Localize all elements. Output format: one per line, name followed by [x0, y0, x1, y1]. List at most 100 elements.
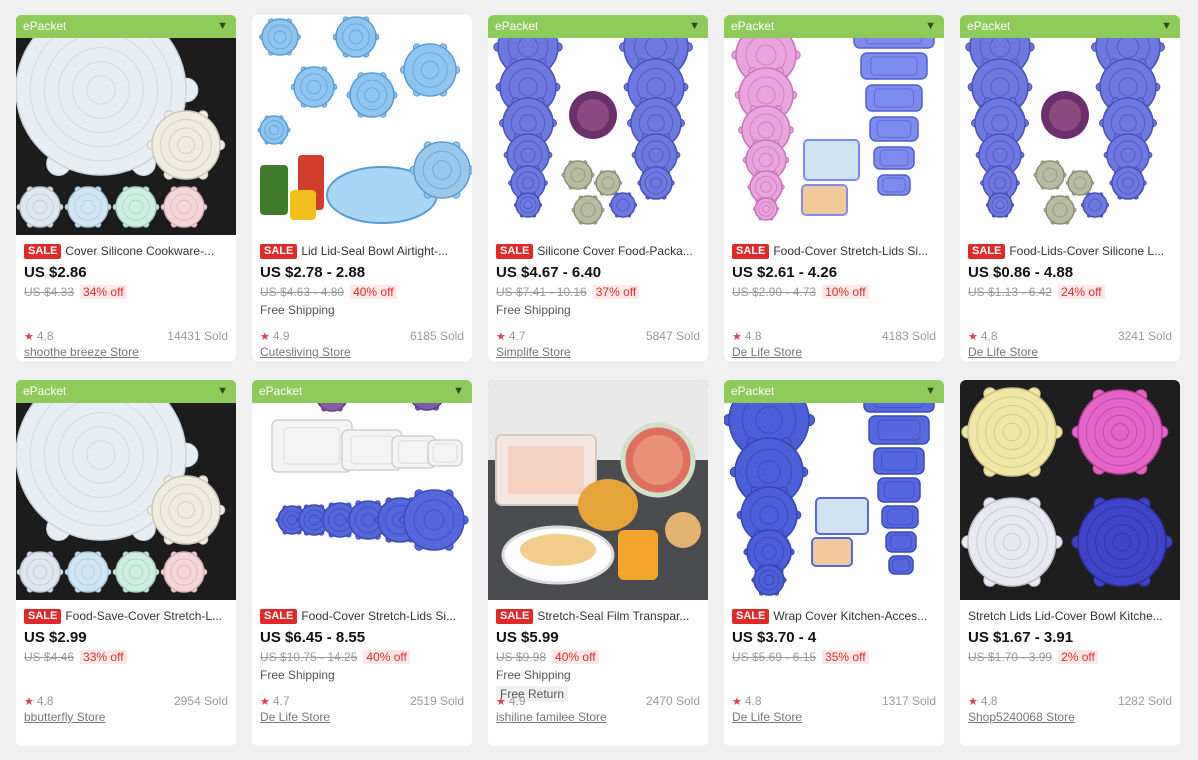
product-title[interactable]: Stretch-Seal Film Transpar...	[537, 609, 689, 623]
product-card-2[interactable]: SALE Lid Lid-Seal Bowl Airtight-... US $…	[252, 15, 472, 361]
product-card-1[interactable]: ePacket ▼ SALE Cover Silicone Cookware-.…	[16, 15, 236, 361]
product-image[interactable]	[252, 15, 472, 235]
sale-badge: SALE	[260, 243, 298, 259]
product-card-8[interactable]: SALE Stretch-Seal Film Transpar... US $5…	[488, 380, 708, 746]
product-title[interactable]: Food-Cover Stretch-Lids Si...	[773, 244, 928, 258]
card-bottom: ★ 4.8 2954 Sold bbutterfly Store	[24, 693, 228, 726]
chevron-down-icon[interactable]: ▼	[217, 15, 228, 38]
product-image[interactable]: ePacket ▼	[16, 380, 236, 600]
product-image[interactable]	[488, 380, 708, 600]
shipping-label: Free Shipping	[496, 668, 571, 682]
title-line[interactable]: SALE Stretch-Seal Film Transpar...	[496, 608, 700, 624]
product-card-9[interactable]: ePacket ▼ SALE Wrap Cover Kitchen-Acces.…	[724, 380, 944, 746]
product-title[interactable]: Food-Cover Stretch-Lids Si...	[301, 609, 456, 623]
product-title[interactable]: Food-Save-Cover Stretch-L...	[65, 609, 222, 623]
product-price: US $4.67 - 6.40	[496, 264, 602, 281]
title-line[interactable]: SALE Food-Cover Stretch-Lids Si...	[260, 608, 464, 624]
rating-value: 4.8	[36, 328, 54, 343]
sale-badge: SALE	[24, 608, 62, 624]
store-link[interactable]: De Life Store	[968, 345, 1172, 361]
store-link[interactable]: De Life Store	[260, 710, 464, 726]
sale-badge: SALE	[24, 243, 62, 259]
rating: ★ 4.8	[968, 329, 998, 343]
discount-badge: 10% off	[822, 285, 869, 299]
title-line[interactable]: SALE Food-Cover Stretch-Lids Si...	[732, 243, 936, 259]
card-bottom: ★ 4.7 5847 Sold Simplife Store	[496, 328, 700, 361]
product-card-5[interactable]: ePacket ▼ SALE Food-Lids-Cover Silicone …	[960, 15, 1180, 361]
rating-value: 4.8	[36, 693, 54, 708]
product-photo-blue-stacks	[960, 15, 1180, 235]
title-line[interactable]: Stretch Lids Lid-Cover Bowl Kitche...	[968, 608, 1172, 624]
product-title[interactable]: Stretch Lids Lid-Cover Bowl Kitche...	[968, 609, 1163, 623]
sold-count: 6185 Sold	[409, 328, 464, 343]
original-price-line: US $1.70 - 3.99 2% off	[968, 649, 1172, 665]
product-card-10[interactable]: Stretch Lids Lid-Cover Bowl Kitche... US…	[960, 380, 1180, 746]
product-info: SALE Cover Silicone Cookware-... US $2.8…	[16, 235, 236, 361]
product-price: US $6.45 - 8.55	[260, 629, 366, 646]
store-link[interactable]: De Life Store	[732, 345, 936, 361]
epacket-banner: ePacket ▼	[488, 15, 708, 38]
product-info: Stretch Lids Lid-Cover Bowl Kitche... US…	[960, 600, 1180, 726]
star-icon: ★	[732, 330, 742, 343]
product-price: US $0.86 - 4.88	[968, 264, 1074, 281]
sold-count: 2954 Sold	[173, 693, 228, 708]
discount-badge: 24% off	[1058, 285, 1105, 299]
title-line[interactable]: SALE Wrap Cover Kitchen-Acces...	[732, 608, 936, 624]
original-price: US $7.41 - 10.16	[496, 285, 587, 299]
title-line[interactable]: SALE Food-Save-Cover Stretch-L...	[24, 608, 228, 624]
discount-badge: 2% off	[1058, 650, 1098, 664]
product-title[interactable]: Silicone Cover Food-Packa...	[537, 244, 692, 258]
title-line[interactable]: SALE Cover Silicone Cookware-...	[24, 243, 228, 259]
title-line[interactable]: SALE Food-Lids-Cover Silicone L...	[968, 243, 1172, 259]
product-info: SALE Wrap Cover Kitchen-Acces... US $3.7…	[724, 600, 944, 726]
store-link[interactable]: Simplife Store	[496, 345, 700, 361]
product-title[interactable]: Cover Silicone Cookware-...	[65, 244, 214, 258]
product-info: SALE Food-Cover Stretch-Lids Si... US $6…	[252, 600, 472, 726]
chevron-down-icon[interactable]: ▼	[925, 380, 936, 403]
product-photo-white-rect-blue-round	[252, 380, 472, 600]
chevron-down-icon[interactable]: ▼	[453, 380, 464, 403]
product-price: US $2.86	[24, 264, 87, 281]
product-title[interactable]: Lid Lid-Seal Bowl Airtight-...	[301, 244, 448, 258]
product-image[interactable]: ePacket ▼	[16, 15, 236, 235]
original-price: US $5.69 - 6.15	[732, 650, 817, 664]
card-bottom: ★ 4.9 6185 Sold Cutesliving Store	[260, 328, 464, 361]
product-price: US $5.99	[496, 629, 559, 646]
title-line[interactable]: SALE Lid Lid-Seal Bowl Airtight-...	[260, 243, 464, 259]
product-image[interactable]: ePacket ▼	[724, 15, 944, 235]
product-card-4[interactable]: ePacket ▼ SALE Food-Cover Stretch-Lids S…	[724, 15, 944, 361]
original-price: US $4.46	[24, 650, 75, 664]
product-price: US $2.61 - 4.26	[732, 264, 838, 281]
chevron-down-icon[interactable]: ▼	[925, 15, 936, 38]
product-image[interactable]: ePacket ▼	[488, 15, 708, 235]
product-photo-pink-blue-rect	[724, 15, 944, 235]
product-image[interactable]	[960, 380, 1180, 600]
product-card-6[interactable]: ePacket ▼ SALE Food-Save-Cover Stretch-L…	[16, 380, 236, 746]
star-icon: ★	[496, 330, 506, 343]
discount-badge: 40% off	[552, 650, 599, 664]
product-title[interactable]: Wrap Cover Kitchen-Acces...	[773, 609, 927, 623]
product-image[interactable]: ePacket ▼	[252, 380, 472, 600]
chevron-down-icon[interactable]: ▼	[217, 380, 228, 403]
sale-badge: SALE	[968, 243, 1006, 259]
product-info: SALE Silicone Cover Food-Packa... US $4.…	[488, 235, 708, 361]
product-photo-food-bowls	[488, 380, 708, 600]
store-link[interactable]: De Life Store	[732, 710, 936, 726]
store-link[interactable]: ishiline familee Store	[496, 710, 700, 726]
original-price: US $4.33	[24, 285, 75, 299]
store-link[interactable]: Cutesliving Store	[260, 345, 464, 361]
product-card-7[interactable]: ePacket ▼ SALE Food-Cover Stretch-Lids S…	[252, 380, 472, 746]
card-bottom: ★ 4.8 1317 Sold De Life Store	[732, 693, 936, 726]
product-image[interactable]: ePacket ▼	[960, 15, 1180, 235]
store-link[interactable]: bbutterfly Store	[24, 710, 228, 726]
store-link[interactable]: shoothe breeze Store	[24, 345, 228, 361]
store-link[interactable]: Shop5240068 Store	[968, 710, 1172, 726]
chevron-down-icon[interactable]: ▼	[689, 15, 700, 38]
epacket-label: ePacket	[967, 19, 1011, 33]
chevron-down-icon[interactable]: ▼	[1161, 15, 1172, 38]
product-image[interactable]: ePacket ▼	[724, 380, 944, 600]
epacket-label: ePacket	[23, 19, 67, 33]
title-line[interactable]: SALE Silicone Cover Food-Packa...	[496, 243, 700, 259]
product-card-3[interactable]: ePacket ▼ SALE Silicone Cover Food-Packa…	[488, 15, 708, 361]
product-title[interactable]: Food-Lids-Cover Silicone L...	[1009, 244, 1164, 258]
